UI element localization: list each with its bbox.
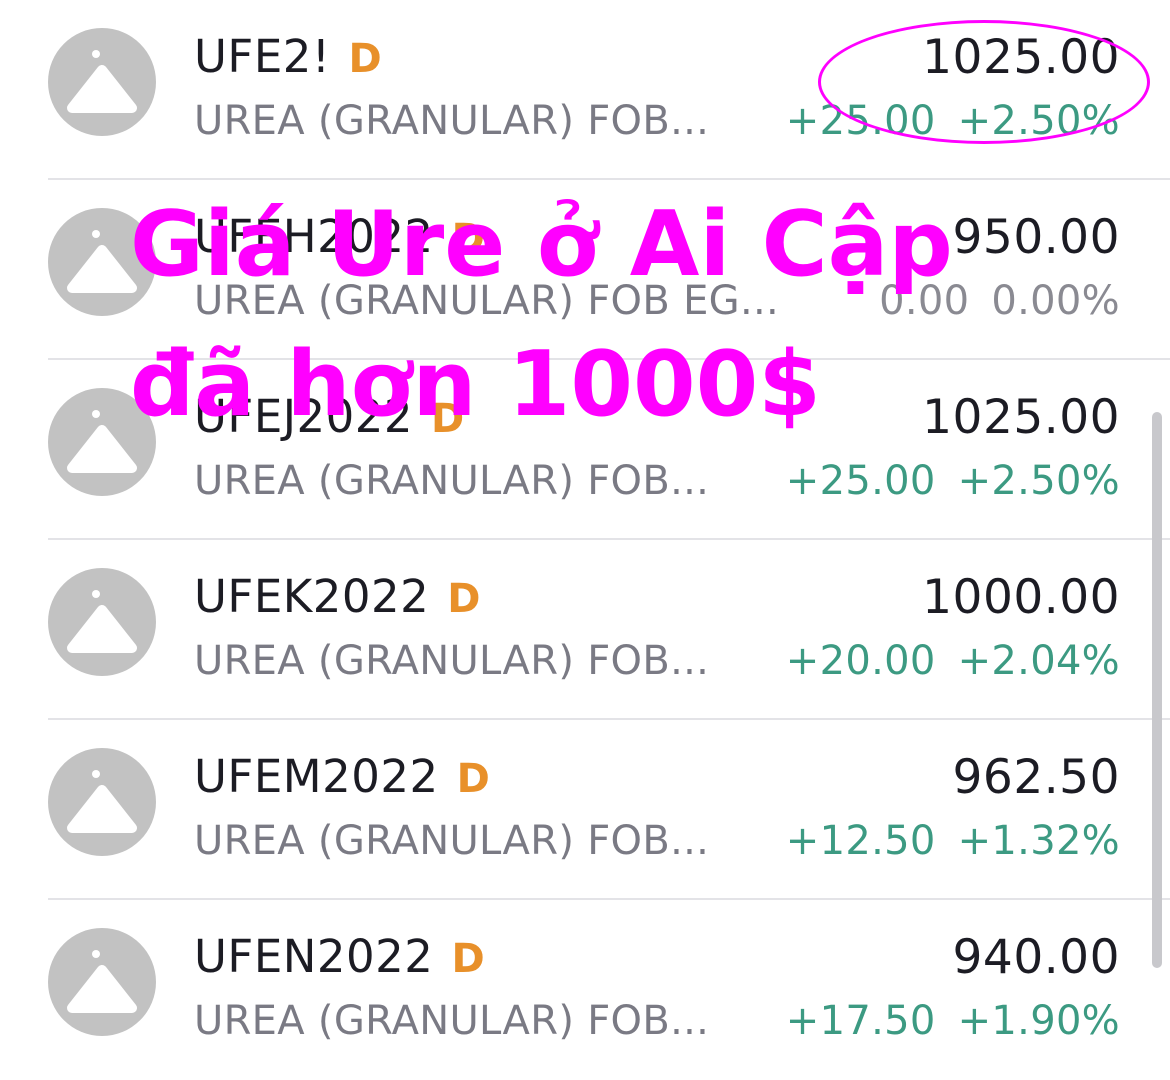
change-value: +20.00 xyxy=(785,638,936,684)
symbol-wrap: UFEK2022 D xyxy=(194,570,481,630)
scrollbar[interactable] xyxy=(1152,412,1162,968)
annotation-line-2: đã hơn 1000$ xyxy=(130,332,821,437)
highlight-ellipse xyxy=(818,20,1150,144)
last-price: 950.00 xyxy=(952,210,1120,265)
symbol: UFE2! xyxy=(194,30,331,83)
symbol: UFEK2022 xyxy=(194,570,430,623)
change-percent: +1.90% xyxy=(957,998,1120,1044)
quote-row[interactable]: UFEK2022 D UREA (GRANULAR) FOB... 1000.00… xyxy=(0,540,1170,720)
triangle-placeholder-icon xyxy=(48,568,156,676)
triangle-placeholder-icon xyxy=(48,748,156,856)
description: UREA (GRANULAR) FOB... xyxy=(194,638,710,684)
last-price: 1000.00 xyxy=(922,570,1120,625)
change-value: +12.50 xyxy=(785,818,936,864)
triangle-placeholder-icon xyxy=(48,28,156,136)
watchlist: UFE2! D UREA (GRANULAR) FOB... 1025.00 +2… xyxy=(0,0,1170,1067)
last-price: 962.50 xyxy=(952,750,1120,805)
symbol-wrap: UFEN2022 D xyxy=(194,930,485,990)
change-percent: +2.50% xyxy=(957,458,1120,504)
quote-row[interactable]: UFEM2022 D UREA (GRANULAR) FOB... 962.50 … xyxy=(0,720,1170,900)
description: UREA (GRANULAR) FOB... xyxy=(194,998,710,1044)
annotation-line-1: Giá Ure ở Ai Cập xyxy=(130,192,953,297)
description: UREA (GRANULAR) FOB... xyxy=(194,818,710,864)
change-group: +12.50 +1.32% xyxy=(786,818,1120,864)
triangle-placeholder-icon xyxy=(48,928,156,1036)
last-price: 1025.00 xyxy=(922,390,1120,445)
change-percent: +1.32% xyxy=(957,818,1120,864)
symbol: UFEM2022 xyxy=(194,750,439,803)
change-percent: +2.04% xyxy=(957,638,1120,684)
symbol-wrap: UFEM2022 D xyxy=(194,750,490,810)
delay-badge: D xyxy=(456,756,490,802)
delay-badge: D xyxy=(447,576,481,622)
delay-badge: D xyxy=(451,936,485,982)
symbol-wrap: UFE2! D xyxy=(194,30,382,90)
change-value: +17.50 xyxy=(785,998,936,1044)
symbol: UFEN2022 xyxy=(194,930,434,983)
change-group: +25.00 +2.50% xyxy=(786,458,1120,504)
change-percent: 0.00% xyxy=(991,278,1120,324)
change-value: +25.00 xyxy=(785,458,936,504)
description: UREA (GRANULAR) FOB... xyxy=(194,458,710,504)
delay-badge: D xyxy=(348,36,382,82)
description: UREA (GRANULAR) FOB... xyxy=(194,98,710,144)
change-group: +17.50 +1.90% xyxy=(786,998,1120,1044)
last-price: 940.00 xyxy=(952,930,1120,985)
quote-row[interactable]: UFEN2022 D UREA (GRANULAR) FOB... 940.00 … xyxy=(0,900,1170,1080)
change-group: +20.00 +2.04% xyxy=(786,638,1120,684)
